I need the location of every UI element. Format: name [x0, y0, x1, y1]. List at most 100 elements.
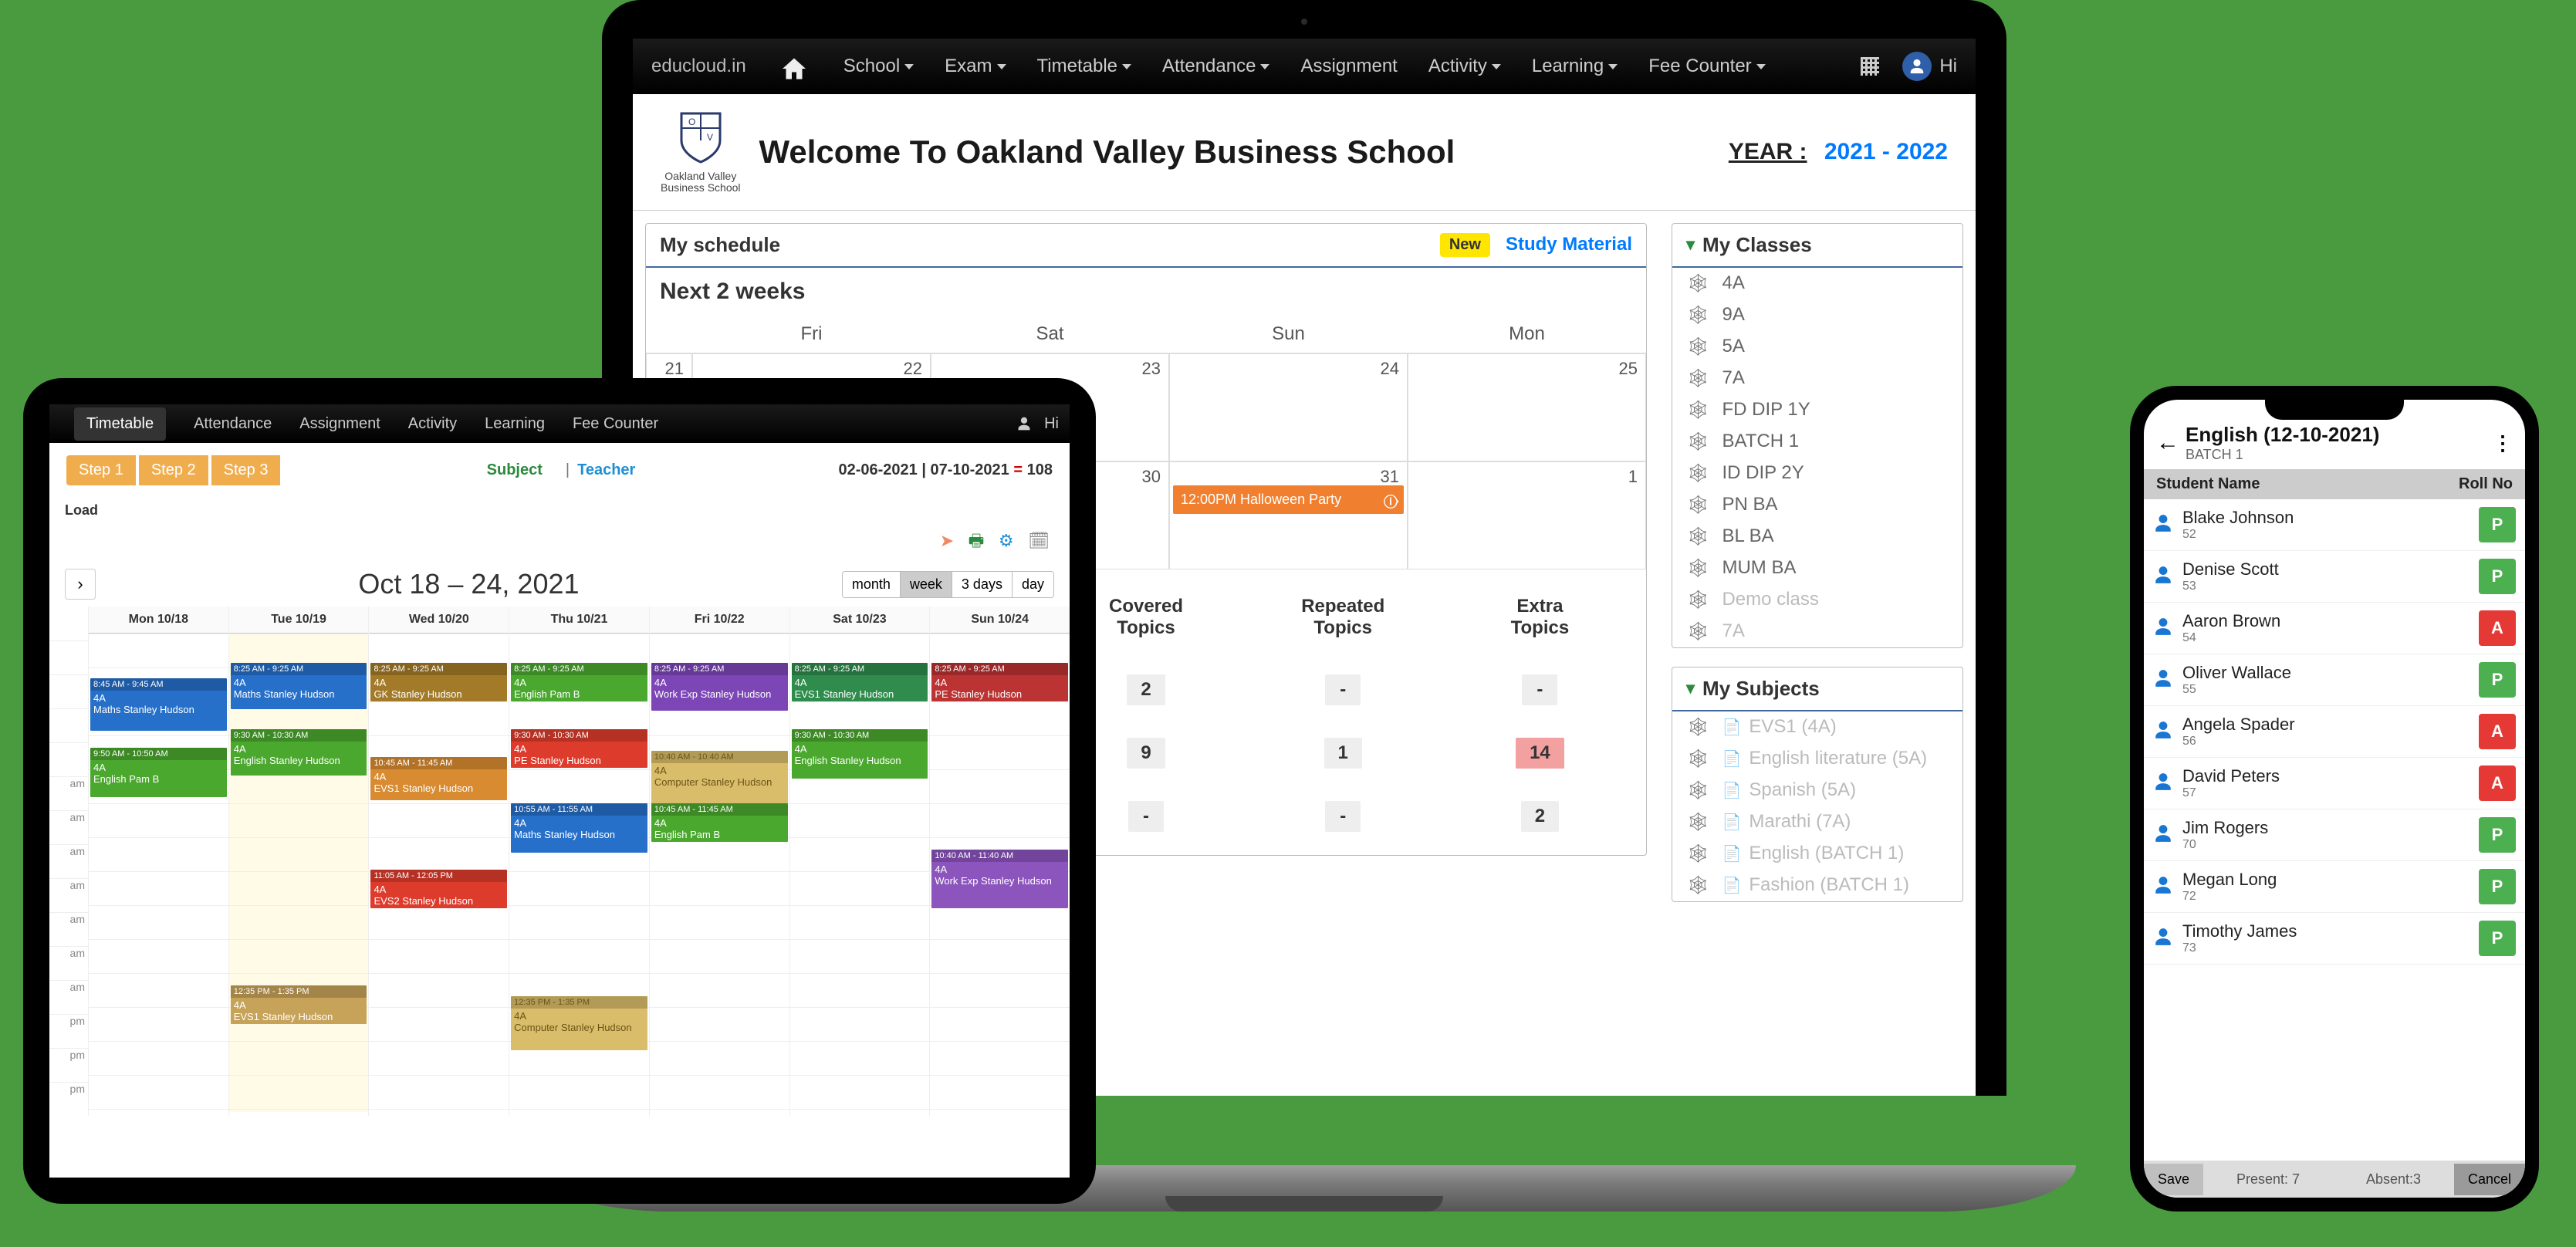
attendance-badge[interactable]: P: [2479, 662, 2516, 698]
student-row[interactable]: David Peters57 A: [2144, 758, 2525, 809]
home-icon[interactable]: [780, 55, 808, 78]
view-btn-day[interactable]: day: [1012, 572, 1053, 597]
print-icon[interactable]: 🖶: [969, 531, 985, 550]
timetable-event[interactable]: 9:30 AM - 10:30 AM4AEnglish Stanley Huds…: [792, 729, 928, 779]
timetable-event[interactable]: 9:50 AM - 10:50 AM4AEnglish Pam B: [90, 748, 227, 797]
nav-attendance[interactable]: Attendance: [194, 415, 272, 433]
class-list-item[interactable]: 🕸ID DIP 2Y: [1672, 458, 1962, 489]
nav-fee[interactable]: Fee Counter: [573, 415, 658, 433]
view-btn-3days[interactable]: 3 days: [952, 572, 1012, 597]
student-row[interactable]: Aaron Brown54 A: [2144, 603, 2525, 654]
nav-assignment[interactable]: Assignment: [1300, 56, 1397, 77]
nav-fee[interactable]: Fee Counter: [1648, 56, 1765, 77]
settings-icon[interactable]: ⚙: [999, 531, 1014, 550]
timetable-event[interactable]: 10:45 AM - 11:45 AM4AEVS1 Stanley Hudson: [370, 757, 507, 800]
timetable-event[interactable]: 12:35 PM - 1:35 PM4AEVS1 Stanley Hudson: [231, 985, 367, 1024]
back-icon[interactable]: ←: [2156, 430, 2179, 456]
attendance-badge[interactable]: P: [2479, 817, 2516, 853]
subject-list-item[interactable]: 🕸📄EVS1 (4A): [1672, 711, 1962, 743]
step-1[interactable]: Step 1: [66, 455, 136, 485]
timetable-event[interactable]: 8:25 AM - 9:25 AM4AWork Exp Stanley Huds…: [651, 663, 788, 711]
nav-learning[interactable]: Learning: [1532, 56, 1618, 77]
collapse-icon[interactable]: ▾: [1686, 678, 1695, 698]
timetable-day-grid[interactable]: 8:45 AM - 9:45 AM4AMaths Stanley Hudson 9…: [89, 634, 228, 1112]
student-row[interactable]: Angela Spader56 A: [2144, 706, 2525, 758]
student-row[interactable]: Megan Long72 P: [2144, 861, 2525, 913]
year-selector[interactable]: YEAR : 2021 - 2022: [1729, 139, 1948, 165]
timetable-event[interactable]: 10:45 AM - 11:45 AM4AEnglish Pam B: [651, 803, 788, 842]
calendar-icon[interactable]: 🗓: [1028, 531, 1050, 550]
apps-grid-icon[interactable]: [1861, 57, 1879, 76]
save-button[interactable]: Save: [2144, 1164, 2203, 1195]
class-list-item[interactable]: 🕸7A: [1672, 363, 1962, 394]
class-list-item[interactable]: 🕸5A: [1672, 331, 1962, 363]
nav-activity[interactable]: Activity: [1428, 56, 1501, 77]
cal-next-button[interactable]: ›: [65, 569, 96, 600]
view-btn-week[interactable]: week: [901, 572, 952, 597]
timetable-event[interactable]: 12:35 PM - 1:35 PM4AComputer Stanley Hud…: [511, 996, 647, 1050]
student-row[interactable]: Blake Johnson52 P: [2144, 499, 2525, 551]
timetable-event[interactable]: 10:40 AM - 10:40 AM4AComputer Stanley Hu…: [651, 751, 788, 805]
student-row[interactable]: Jim Rogers70 P: [2144, 809, 2525, 861]
class-list-item[interactable]: 🕸9A: [1672, 299, 1962, 331]
timetable-day-grid[interactable]: 8:25 AM - 9:25 AM4AEVS1 Stanley Hudson 9:…: [790, 634, 930, 1112]
class-list-item[interactable]: 🕸Demo class: [1672, 584, 1962, 616]
subject-list-item[interactable]: 🕸📄Fashion (BATCH 1): [1672, 870, 1962, 901]
timetable-day-grid[interactable]: 8:25 AM - 9:25 AM4APE Stanley Hudson 10:4…: [930, 634, 1070, 1112]
user-avatar-icon[interactable]: [1902, 52, 1932, 81]
attendance-badge[interactable]: P: [2479, 559, 2516, 594]
timetable-event[interactable]: 8:25 AM - 9:25 AM4AEnglish Pam B: [511, 663, 647, 701]
teacher-link[interactable]: Teacher: [577, 461, 635, 479]
calendar-event[interactable]: 12:00PM Halloween Party ⓘ ›: [1173, 485, 1404, 514]
class-list-item[interactable]: 🕸BATCH 1: [1672, 426, 1962, 458]
nav-attendance[interactable]: Attendance: [1162, 56, 1269, 77]
nav-assignment[interactable]: Assignment: [299, 415, 380, 433]
attendance-badge[interactable]: P: [2479, 921, 2516, 956]
nav-school[interactable]: School: [843, 56, 914, 77]
calendar-cell[interactable]: 25: [1408, 353, 1646, 461]
student-row[interactable]: Oliver Wallace55 P: [2144, 654, 2525, 706]
calendar-cell[interactable]: 24: [1169, 353, 1408, 461]
nav-learning[interactable]: Learning: [485, 415, 545, 433]
nav-timetable[interactable]: Timetable: [74, 407, 166, 441]
timetable-event[interactable]: 8:25 AM - 9:25 AM4APE Stanley Hudson: [931, 663, 1068, 701]
timetable-event[interactable]: 10:40 AM - 11:40 AM4AWork Exp Stanley Hu…: [931, 850, 1068, 908]
user-icon[interactable]: [1016, 416, 1032, 431]
send-icon[interactable]: ➤: [940, 531, 954, 550]
timetable-day-grid[interactable]: 8:25 AM - 9:25 AM4AEnglish Pam B9:30 AM …: [509, 634, 649, 1112]
class-list-item[interactable]: 🕸7A: [1672, 616, 1962, 647]
attendance-badge[interactable]: P: [2479, 507, 2516, 542]
class-list-item[interactable]: 🕸PN BA: [1672, 489, 1962, 521]
nav-timetable[interactable]: Timetable: [1037, 56, 1131, 77]
step-2[interactable]: Step 2: [139, 455, 208, 485]
timetable-event[interactable]: 9:30 AM - 10:30 AM4AEnglish Stanley Huds…: [231, 729, 367, 776]
class-list-item[interactable]: 🕸FD DIP 1Y: [1672, 394, 1962, 426]
step-3[interactable]: Step 3: [211, 455, 281, 485]
class-list-item[interactable]: 🕸4A: [1672, 268, 1962, 299]
subject-list-item[interactable]: 🕸📄Spanish (5A): [1672, 775, 1962, 806]
nav-exam[interactable]: Exam: [945, 56, 1006, 77]
overflow-menu-icon[interactable]: ⋮: [2493, 431, 2513, 455]
timetable-event[interactable]: 8:25 AM - 9:25 AM4AMaths Stanley Hudson: [231, 663, 367, 709]
cancel-button[interactable]: Cancel: [2454, 1164, 2525, 1195]
timetable-event[interactable]: 10:55 AM - 11:55 AM4AMaths Stanley Hudso…: [511, 803, 647, 853]
timetable-event[interactable]: 8:25 AM - 9:25 AM4AEVS1 Stanley Hudson: [792, 663, 928, 701]
view-btn-month[interactable]: month: [843, 572, 901, 597]
attendance-badge[interactable]: A: [2479, 714, 2516, 749]
class-list-item[interactable]: 🕸MUM BA: [1672, 553, 1962, 584]
study-material-link[interactable]: Study Material: [1506, 234, 1632, 255]
class-list-item[interactable]: 🕸BL BA: [1672, 521, 1962, 553]
nav-activity[interactable]: Activity: [408, 415, 457, 433]
attendance-badge[interactable]: A: [2479, 610, 2516, 646]
student-row[interactable]: Denise Scott53 P: [2144, 551, 2525, 603]
student-row[interactable]: Timothy James73 P: [2144, 913, 2525, 965]
subject-link[interactable]: Subject: [487, 461, 543, 479]
calendar-cell[interactable]: 1: [1408, 461, 1646, 569]
student-list[interactable]: Blake Johnson52 P Denise Scott53 P Aaron…: [2144, 499, 2525, 1161]
subject-list-item[interactable]: 🕸📄English (BATCH 1): [1672, 838, 1962, 870]
timetable-day-grid[interactable]: 8:25 AM - 9:25 AM4AMaths Stanley Hudson 9…: [229, 634, 369, 1112]
attendance-badge[interactable]: P: [2479, 869, 2516, 904]
attendance-badge[interactable]: A: [2479, 765, 2516, 801]
subject-list-item[interactable]: 🕸📄Marathi (7A): [1672, 806, 1962, 838]
timetable-event[interactable]: 8:45 AM - 9:45 AM4AMaths Stanley Hudson: [90, 678, 227, 731]
